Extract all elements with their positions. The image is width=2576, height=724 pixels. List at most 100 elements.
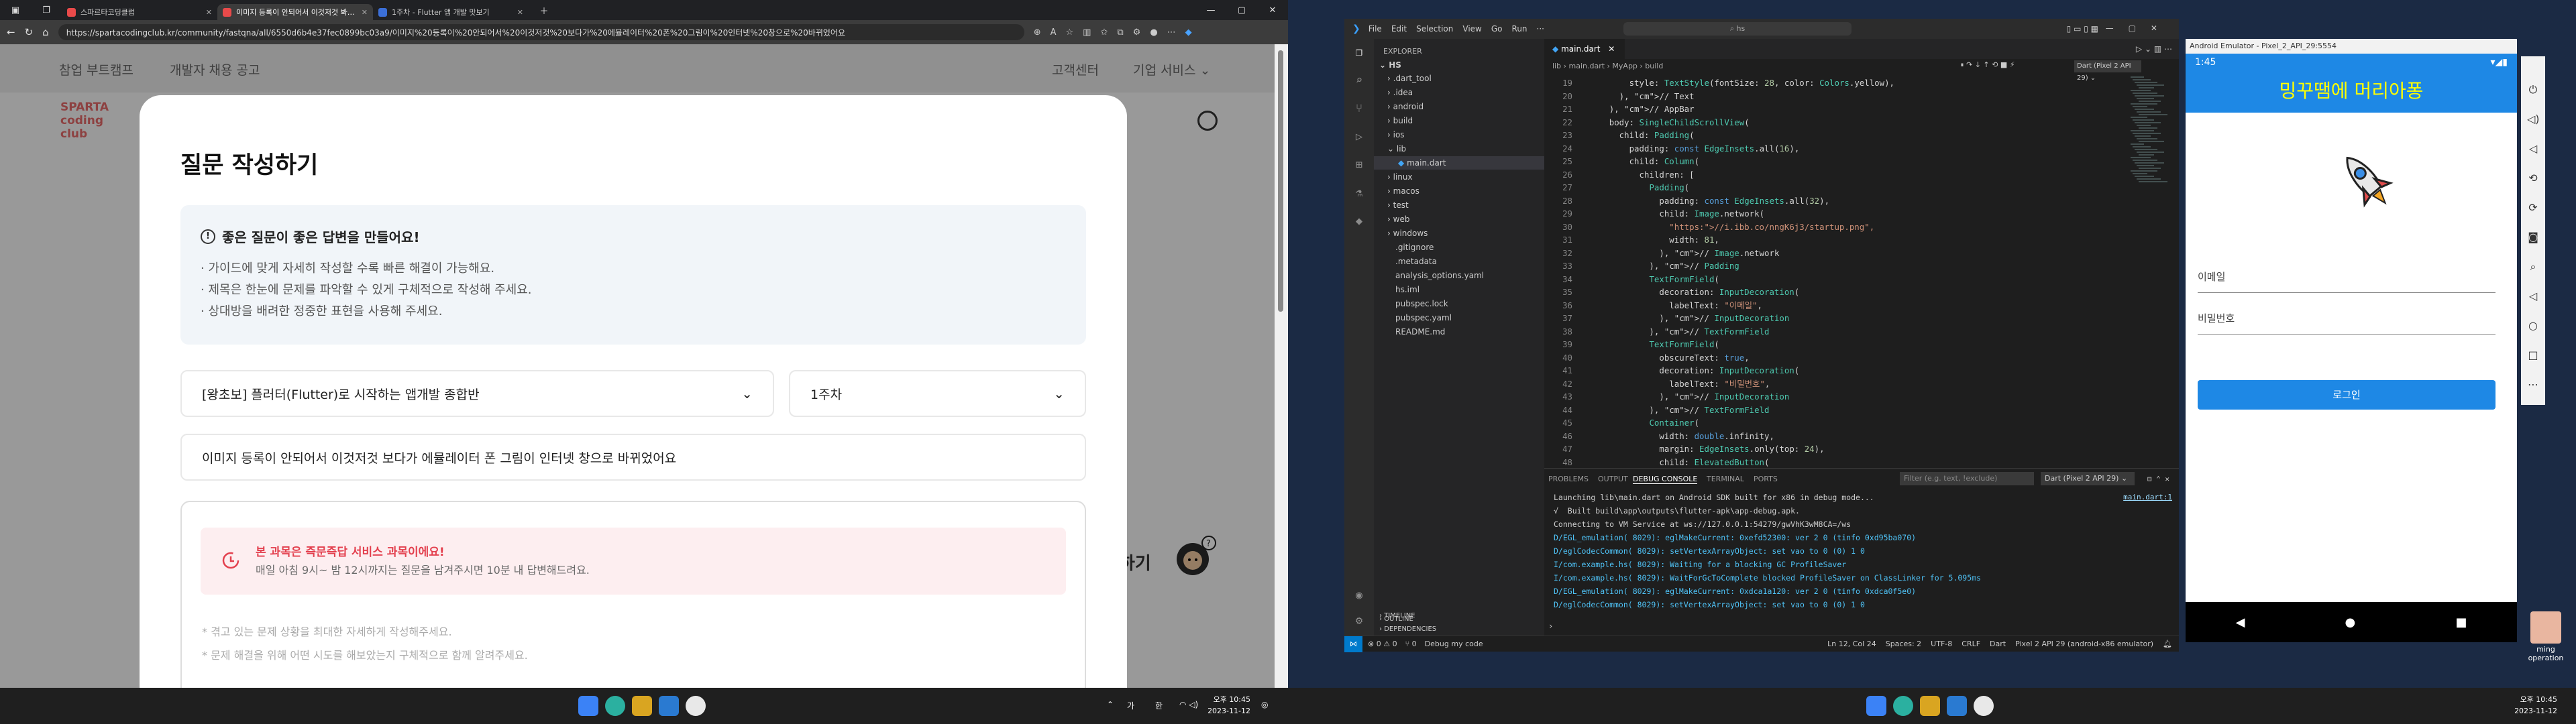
- close-tab-icon[interactable]: ✕: [517, 8, 523, 17]
- file-item[interactable]: .metadata: [1395, 257, 1437, 266]
- phone-screen[interactable]: 1:45 ▾◢▮ 밍꾸땜에 머리아퐁 이메일 비밀번호 로그인 ◀ ● ■: [2186, 54, 2517, 642]
- question-title-input[interactable]: 이미지 등록이 안되어서 이것저것 보다가 에뮬레이터 폰 그림이 인터넷 창으…: [180, 434, 1086, 481]
- course-select[interactable]: [왕초보] 플러터(Flutter)로 시작하는 앱개발 종합반 ⌄: [180, 370, 774, 417]
- start-icon[interactable]: [578, 696, 598, 716]
- panel-actions-icon[interactable]: ⊟ ⌃ ✕: [2147, 475, 2169, 483]
- folder-item[interactable]: › .idea: [1387, 88, 1413, 97]
- menu-view[interactable]: View: [1462, 24, 1481, 34]
- code-editor[interactable]: ◆ main.dart ✕ ▷ ⌄ ▥ ⋯ lib › main.dart › …: [1544, 39, 2179, 468]
- edge-icon[interactable]: [605, 696, 625, 716]
- more-icon[interactable]: ⋯: [2527, 378, 2539, 391]
- desktop-shortcut-icon[interactable]: [2530, 611, 2561, 644]
- week-select[interactable]: 1주차 ⌄: [789, 370, 1086, 417]
- menu-selection[interactable]: Selection: [1416, 24, 1453, 34]
- home-nav-icon[interactable]: ●: [2345, 615, 2356, 629]
- close-tab-icon[interactable]: ✕: [206, 8, 212, 17]
- menu-more[interactable]: ···: [1537, 24, 1544, 34]
- notifications-bell-icon[interactable]: 🔔︎: [2163, 640, 2172, 648]
- notification-icon[interactable]: ◎: [1261, 700, 1268, 709]
- home-icon[interactable]: ○: [2527, 319, 2539, 332]
- console-source-link[interactable]: main.dart:1: [2123, 493, 2172, 501]
- folder-item[interactable]: › macos: [1387, 186, 1419, 196]
- more-icon[interactable]: ⋯: [1167, 27, 1176, 38]
- console-filter-input[interactable]: Filter (e.g. text, !exclude): [1900, 472, 2034, 485]
- file-item[interactable]: hs.iml: [1395, 285, 1419, 294]
- close-tab-icon[interactable]: ✕: [1608, 44, 1615, 54]
- login-button[interactable]: 로그인: [2198, 380, 2496, 410]
- password-field-label[interactable]: 비밀번호: [2198, 311, 2235, 325]
- scrollbar-thumb[interactable]: [1278, 50, 1283, 312]
- profile-icon[interactable]: ●: [1150, 27, 1157, 38]
- rotate-left-icon[interactable]: ⟲: [2527, 172, 2539, 184]
- split-screen-icon[interactable]: ▥: [1083, 27, 1091, 38]
- email-field-label[interactable]: 이메일: [2198, 269, 2225, 284]
- panel-tab-problems[interactable]: PROBLEMS: [1548, 475, 1589, 483]
- indent-status[interactable]: Spaces: 2: [1886, 640, 1921, 648]
- folder-item[interactable]: › android: [1387, 102, 1424, 111]
- debug-status[interactable]: Debug my code: [1425, 640, 1483, 648]
- android-studio-icon[interactable]: [1974, 696, 1994, 716]
- clock[interactable]: 오후 10:45 2023-11-12: [1208, 694, 1250, 717]
- problems-status[interactable]: ⊗ 0 ⚠ 0: [1368, 640, 1397, 648]
- workspaces-icon[interactable]: ❐: [31, 5, 62, 15]
- run-debug-icon[interactable]: ▷: [1352, 130, 1366, 145]
- settings-gear-icon[interactable]: ⚙: [1352, 614, 1366, 629]
- flutter-icon[interactable]: ◆: [1352, 215, 1366, 229]
- menu-go[interactable]: Go: [1491, 24, 1503, 34]
- close-window-icon[interactable]: ✕: [1257, 5, 1288, 15]
- file-explorer-icon[interactable]: [632, 696, 652, 716]
- cursor-position[interactable]: Ln 12, Col 24: [1827, 640, 1876, 648]
- back-nav-icon[interactable]: ◀: [2236, 615, 2245, 629]
- clock[interactable]: 오후 10:45 2023-11-12: [2514, 694, 2557, 717]
- minimap[interactable]: [2128, 76, 2168, 479]
- account-icon[interactable]: ◉: [1352, 589, 1366, 603]
- minimize-icon[interactable]: —: [1195, 5, 1226, 15]
- explorer-icon[interactable]: ❐: [1352, 46, 1366, 60]
- dependencies-section[interactable]: › DEPENDENCIES: [1379, 625, 1436, 633]
- edge-icon[interactable]: [1893, 696, 1913, 716]
- language-status[interactable]: Dart: [1990, 640, 2006, 648]
- panel-tab-output[interactable]: OUTPUT: [1598, 475, 1628, 483]
- maximize-icon[interactable]: ▢: [1226, 5, 1257, 15]
- panel-tab-debug-console[interactable]: DEBUG CONSOLE: [1633, 475, 1698, 484]
- back-icon[interactable]: ◁: [2527, 290, 2539, 302]
- file-explorer-icon[interactable]: [1920, 696, 1940, 716]
- folder-root[interactable]: ⌄ HS: [1379, 60, 1401, 70]
- testing-icon[interactable]: ⚗: [1352, 186, 1366, 201]
- favorites-icon[interactable]: ✩: [1100, 27, 1108, 38]
- console-prompt-icon[interactable]: ›: [1548, 621, 1553, 631]
- folder-item[interactable]: › .dart_tool: [1387, 74, 1432, 83]
- ime-label[interactable]: 가: [1127, 700, 1134, 711]
- browser-tab-2[interactable]: 이미지 등록이 안되어서 이것저것 봐보다 ✕: [217, 4, 373, 20]
- ime-label[interactable]: 한: [1155, 700, 1163, 711]
- url-input[interactable]: https://spartacodingclub.kr/community/fa…: [58, 24, 1024, 40]
- eol-status[interactable]: CRLF: [1962, 640, 1980, 648]
- folder-item[interactable]: › test: [1387, 200, 1409, 210]
- folder-item[interactable]: › linux: [1387, 172, 1413, 182]
- new-tab-button[interactable]: ＋: [529, 4, 559, 17]
- read-aloud-icon[interactable]: A: [1051, 27, 1057, 38]
- file-item[interactable]: README.md: [1395, 327, 1445, 337]
- debug-device-select[interactable]: Dart (Pixel 2 API 29) ⌄: [2074, 60, 2141, 82]
- folder-item[interactable]: › windows: [1387, 229, 1428, 238]
- menu-edit[interactable]: Edit: [1391, 24, 1407, 34]
- panel-tab-terminal[interactable]: TERMINAL: [1707, 475, 1744, 483]
- back-icon[interactable]: ←: [7, 26, 15, 38]
- breadcrumb[interactable]: lib › main.dart › MyApp › build: [1552, 62, 1663, 70]
- copilot-icon[interactable]: ◆: [1185, 27, 1192, 38]
- debug-toolbar[interactable]: ⏸ ↷ ↓ ↑ ⟲ ■ ⚡: [1960, 60, 2015, 70]
- search-icon[interactable]: ⌕: [1352, 74, 1366, 88]
- window-controls-icon[interactable]: —▢✕: [2106, 23, 2172, 33]
- source-control-icon[interactable]: ⑂: [1352, 102, 1366, 117]
- desktop-shortcut-label[interactable]: ming operation: [2520, 645, 2571, 662]
- console-device-select[interactable]: Dart (Pixel 2 API 29) ⌄: [2041, 472, 2135, 485]
- folder-item[interactable]: › build: [1387, 116, 1413, 125]
- recents-nav-icon[interactable]: ■: [2455, 615, 2467, 629]
- editor-actions-icon[interactable]: ▷ ⌄ ▥ ⋯: [2136, 44, 2172, 54]
- rotate-right-icon[interactable]: ⟳: [2527, 201, 2539, 214]
- zoom-icon[interactable]: ⊕: [1034, 27, 1041, 38]
- power-icon[interactable]: ⏻: [2527, 83, 2539, 97]
- wifi-volume-icon[interactable]: ◠ ◁): [1179, 700, 1198, 709]
- file-item[interactable]: .gitignore: [1395, 243, 1434, 252]
- device-status[interactable]: Pixel 2 API 29 (android-x86 emulator): [2015, 640, 2153, 648]
